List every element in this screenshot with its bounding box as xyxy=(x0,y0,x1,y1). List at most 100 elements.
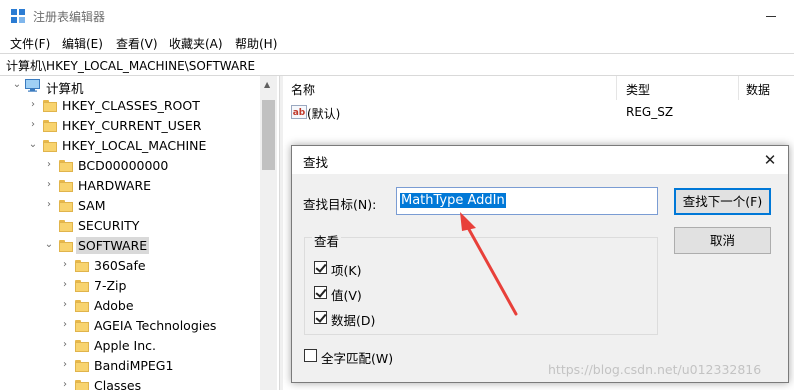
checkbox-checked[interactable] xyxy=(314,261,327,274)
tree-scrollbar[interactable]: ▲ xyxy=(260,76,277,390)
scroll-up-icon[interactable]: ▲ xyxy=(264,80,270,89)
address-path[interactable]: 计算机\HKEY_LOCAL_MACHINE\SOFTWARE xyxy=(6,57,255,74)
chevron-right-icon[interactable]: › xyxy=(60,280,70,290)
find-target-text: MathType AddIn xyxy=(400,193,506,208)
chevron-right-icon[interactable]: › xyxy=(60,320,70,330)
tree-item-hardware[interactable]: › HARDWARE xyxy=(0,176,260,196)
look-at-group-title: 查看 xyxy=(312,231,342,250)
column-header-label: 名称 xyxy=(291,83,316,97)
column-divider[interactable] xyxy=(616,76,617,100)
column-header-data[interactable]: 数据 xyxy=(738,76,794,100)
tree-item-software[interactable]: ⌄ SOFTWARE xyxy=(0,236,260,256)
minimize-button[interactable] xyxy=(748,0,794,32)
tree-item-label: HKEY_CURRENT_USER xyxy=(62,118,202,133)
tree-item-bandimpeg1[interactable]: › BandiMPEG1 xyxy=(0,356,260,376)
find-next-button[interactable]: 查找下一个(F) xyxy=(674,188,771,215)
folder-icon xyxy=(59,220,73,232)
option-label: 值(V) xyxy=(331,288,362,303)
tree-item-label: BCD00000000 xyxy=(78,158,169,173)
chevron-right-icon[interactable]: › xyxy=(60,360,70,370)
dialog-titlebar: 查找 ✕ xyxy=(292,146,788,174)
chevron-right-icon[interactable]: › xyxy=(60,380,70,390)
checkmark-icon xyxy=(315,286,327,298)
tree-item-apple[interactable]: › Apple Inc. xyxy=(0,336,260,356)
menu-view[interactable]: 查看(V) xyxy=(116,35,158,52)
checkbox-unchecked[interactable] xyxy=(304,349,317,362)
chevron-right-icon[interactable]: › xyxy=(60,260,70,270)
folder-icon xyxy=(75,360,89,372)
folder-icon xyxy=(75,260,89,272)
value-name: (默认) xyxy=(307,107,341,121)
window-title: 注册表编辑器 xyxy=(33,10,106,24)
folder-icon xyxy=(59,160,73,172)
tree-item-ageia[interactable]: › AGEIA Technologies xyxy=(0,316,260,336)
folder-icon xyxy=(75,340,89,352)
folder-icon xyxy=(75,320,89,332)
registry-tree[interactable]: ⌄ 计算机 › HKEY_CLASSES_ROOT › HKEY_CURRENT… xyxy=(0,76,278,390)
menu-help[interactable]: 帮助(H) xyxy=(235,35,277,52)
folder-icon xyxy=(59,200,73,212)
tree-item-security[interactable]: SECURITY xyxy=(0,216,260,236)
chevron-down-icon[interactable]: ⌄ xyxy=(12,80,22,90)
folder-icon xyxy=(43,140,57,152)
tree-item-classes[interactable]: › Classes xyxy=(0,376,260,390)
column-header-label: 数据 xyxy=(746,83,771,97)
tree-item-bcd[interactable]: › BCD00000000 xyxy=(0,156,260,176)
tree-item-label: Adobe xyxy=(94,298,134,313)
column-header-type[interactable]: 类型 xyxy=(618,76,738,100)
window-titlebar: 注册表编辑器 xyxy=(0,0,794,32)
menu-edit[interactable]: 编辑(E) xyxy=(62,35,103,52)
tree-item-label: AGEIA Technologies xyxy=(94,318,217,333)
close-icon[interactable]: ✕ xyxy=(760,150,780,170)
tree-item-label: Apple Inc. xyxy=(94,338,157,353)
regedit-app-icon xyxy=(11,9,25,23)
find-dialog: 查找 ✕ 查找目标(N): MathType AddIn 查找下一个(F) 取消… xyxy=(291,145,789,383)
folder-icon xyxy=(43,120,57,132)
tree-item-label: HKEY_LOCAL_MACHINE xyxy=(62,138,207,153)
chevron-right-icon[interactable]: › xyxy=(60,340,70,350)
tree-item-adobe[interactable]: › Adobe xyxy=(0,296,260,316)
chevron-right-icon[interactable]: › xyxy=(44,180,54,190)
address-bar[interactable]: 计算机\HKEY_LOCAL_MACHINE\SOFTWARE xyxy=(0,53,794,76)
watermark-text: https://blog.csdn.net/u012332816 xyxy=(548,362,762,377)
checkbox-checked[interactable] xyxy=(314,311,327,324)
tree-item-hklm[interactable]: ⌄ HKEY_LOCAL_MACHINE xyxy=(0,136,260,156)
tree-item-label: SOFTWARE xyxy=(76,237,150,254)
tree-item-hkcu[interactable]: › HKEY_CURRENT_USER xyxy=(0,116,260,136)
chevron-right-icon[interactable]: › xyxy=(44,200,54,210)
folder-icon xyxy=(75,280,89,292)
scrollbar-thumb[interactable] xyxy=(262,100,275,170)
option-label: 全字匹配(W) xyxy=(321,351,394,366)
tree-item-360safe[interactable]: › 360Safe xyxy=(0,256,260,276)
tree-item-label: Classes xyxy=(94,378,142,390)
menu-favorites[interactable]: 收藏夹(A) xyxy=(169,35,223,52)
option-label: 数据(D) xyxy=(331,313,376,328)
chevron-right-icon[interactable]: › xyxy=(60,300,70,310)
tree-item-label: 7-Zip xyxy=(94,278,127,293)
chevron-down-icon[interactable]: ⌄ xyxy=(44,240,54,250)
chevron-right-icon[interactable]: › xyxy=(28,100,38,110)
cancel-button[interactable]: 取消 xyxy=(674,227,771,254)
dialog-title: 查找 xyxy=(303,155,329,170)
column-header-label: 类型 xyxy=(626,83,651,97)
tree-item-7zip[interactable]: › 7-Zip xyxy=(0,276,260,296)
checkmark-icon xyxy=(315,261,327,273)
chevron-down-icon[interactable]: ⌄ xyxy=(28,140,38,150)
table-row[interactable]: ab (默认) REG_SZ xyxy=(283,102,794,122)
folder-icon xyxy=(59,180,73,192)
menu-file[interactable]: 文件(F) xyxy=(10,35,50,52)
chevron-right-icon[interactable]: › xyxy=(44,160,54,170)
string-value-icon: ab xyxy=(291,105,307,119)
tree-item-label: BandiMPEG1 xyxy=(94,358,174,373)
folder-icon xyxy=(75,300,89,312)
checkbox-checked[interactable] xyxy=(314,286,327,299)
chevron-right-icon[interactable]: › xyxy=(28,120,38,130)
tree-item-label: SAM xyxy=(78,198,106,213)
column-header-name[interactable]: 名称 xyxy=(283,76,616,100)
tree-item-hkcr[interactable]: › HKEY_CLASSES_ROOT xyxy=(0,96,260,116)
tree-item-label: HKEY_CLASSES_ROOT xyxy=(62,98,200,113)
tree-item-label: 360Safe xyxy=(94,258,146,273)
find-target-input[interactable]: MathType AddIn xyxy=(396,187,658,215)
tree-item-sam[interactable]: › SAM xyxy=(0,196,260,216)
tree-item-computer[interactable]: ⌄ 计算机 xyxy=(0,76,260,96)
